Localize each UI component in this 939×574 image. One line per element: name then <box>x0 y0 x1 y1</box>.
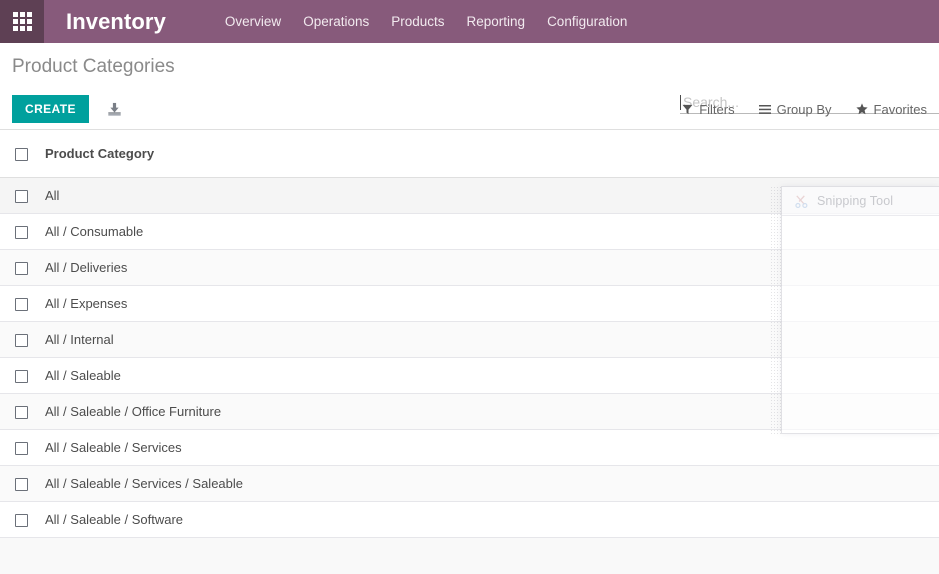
favorites-menu-label: Favorites <box>874 103 927 116</box>
row-product-category: All / Saleable / Office Furniture <box>40 393 939 429</box>
table-header-row: Product Category <box>0 130 939 177</box>
control-panel-title-row: Product Categories <box>0 43 939 88</box>
import-download-icon[interactable] <box>107 102 122 117</box>
select-all-header-cell <box>0 130 40 177</box>
row-checkbox-cell <box>0 213 40 249</box>
group-by-menu-label: Group By <box>777 103 832 116</box>
table-row[interactable]: All / Saleable / Services / Saleable <box>0 466 939 502</box>
row-product-category: All <box>40 177 939 213</box>
control-panel: Product Categories Search... CREATE Fi <box>0 43 939 130</box>
table-row[interactable]: All / Expenses <box>0 285 939 321</box>
nav-item-reporting[interactable]: Reporting <box>456 8 537 35</box>
table-row[interactable]: All / Saleable / Services <box>0 429 939 465</box>
row-checkbox-cell <box>0 177 40 213</box>
row-checkbox-cell <box>0 321 40 357</box>
nav-item-configuration[interactable]: Configuration <box>536 8 638 35</box>
apps-grid-icon <box>13 12 32 31</box>
control-panel-filter-menus: Filters Group By Favor <box>682 88 939 130</box>
row-checkbox[interactable] <box>15 514 28 527</box>
table-row[interactable]: All <box>0 177 939 213</box>
filters-menu[interactable]: Filters <box>682 98 734 121</box>
star-icon <box>856 103 868 115</box>
table-body: All All / Consumable All / Deliveries Al… <box>0 177 939 538</box>
row-checkbox[interactable] <box>15 298 28 311</box>
table-row[interactable]: All / Saleable / Software <box>0 502 939 538</box>
row-checkbox[interactable] <box>15 190 28 203</box>
row-product-category: All / Deliveries <box>40 249 939 285</box>
row-product-category: All / Saleable / Services <box>40 429 939 465</box>
top-navbar: Inventory Overview Operations Products R… <box>0 0 939 43</box>
row-checkbox[interactable] <box>15 406 28 419</box>
row-product-category: All / Saleable <box>40 357 939 393</box>
page-title: Product Categories <box>12 43 175 78</box>
row-product-category: All / Consumable <box>40 213 939 249</box>
row-checkbox-cell <box>0 466 40 502</box>
row-checkbox-cell <box>0 393 40 429</box>
table-row[interactable]: All / Consumable <box>0 213 939 249</box>
control-panel-buttons-row: CREATE Filters <box>0 88 939 130</box>
apps-menu-button[interactable] <box>0 0 44 43</box>
favorites-menu[interactable]: Favorites <box>856 98 927 121</box>
table-header: Product Category <box>0 130 939 177</box>
row-checkbox[interactable] <box>15 442 28 455</box>
filters-menu-label: Filters <box>699 103 734 116</box>
nav-item-overview[interactable]: Overview <box>214 8 292 35</box>
row-checkbox-cell <box>0 502 40 538</box>
row-checkbox-cell <box>0 357 40 393</box>
select-all-checkbox[interactable] <box>15 148 28 161</box>
column-header-product-category[interactable]: Product Category <box>40 130 939 177</box>
row-checkbox[interactable] <box>15 334 28 347</box>
row-checkbox-cell <box>0 429 40 465</box>
filter-funnel-icon <box>682 104 693 115</box>
row-checkbox-cell <box>0 249 40 285</box>
nav-item-operations[interactable]: Operations <box>292 8 380 35</box>
table-row[interactable]: All / Deliveries <box>0 249 939 285</box>
app-brand-title[interactable]: Inventory <box>66 9 166 35</box>
row-checkbox[interactable] <box>15 226 28 239</box>
row-product-category: All / Saleable / Software <box>40 502 939 538</box>
row-product-category: All / Internal <box>40 321 939 357</box>
main-nav-menu: Overview Operations Products Reporting C… <box>214 8 638 35</box>
create-button[interactable]: CREATE <box>12 95 89 123</box>
row-product-category: All / Saleable / Services / Saleable <box>40 466 939 502</box>
row-checkbox[interactable] <box>15 370 28 383</box>
table-row[interactable]: All / Saleable <box>0 357 939 393</box>
group-by-menu[interactable]: Group By <box>759 98 832 121</box>
list-view: Product Category All All / Consumable <box>0 130 939 538</box>
row-checkbox[interactable] <box>15 262 28 275</box>
nav-item-products[interactable]: Products <box>380 8 455 35</box>
row-checkbox[interactable] <box>15 478 28 491</box>
row-checkbox-cell <box>0 285 40 321</box>
hamburger-lines-icon <box>759 104 771 115</box>
product-categories-table: Product Category All All / Consumable <box>0 130 939 538</box>
table-row[interactable]: All / Internal <box>0 321 939 357</box>
row-product-category: All / Expenses <box>40 285 939 321</box>
table-row[interactable]: All / Saleable / Office Furniture <box>0 393 939 429</box>
